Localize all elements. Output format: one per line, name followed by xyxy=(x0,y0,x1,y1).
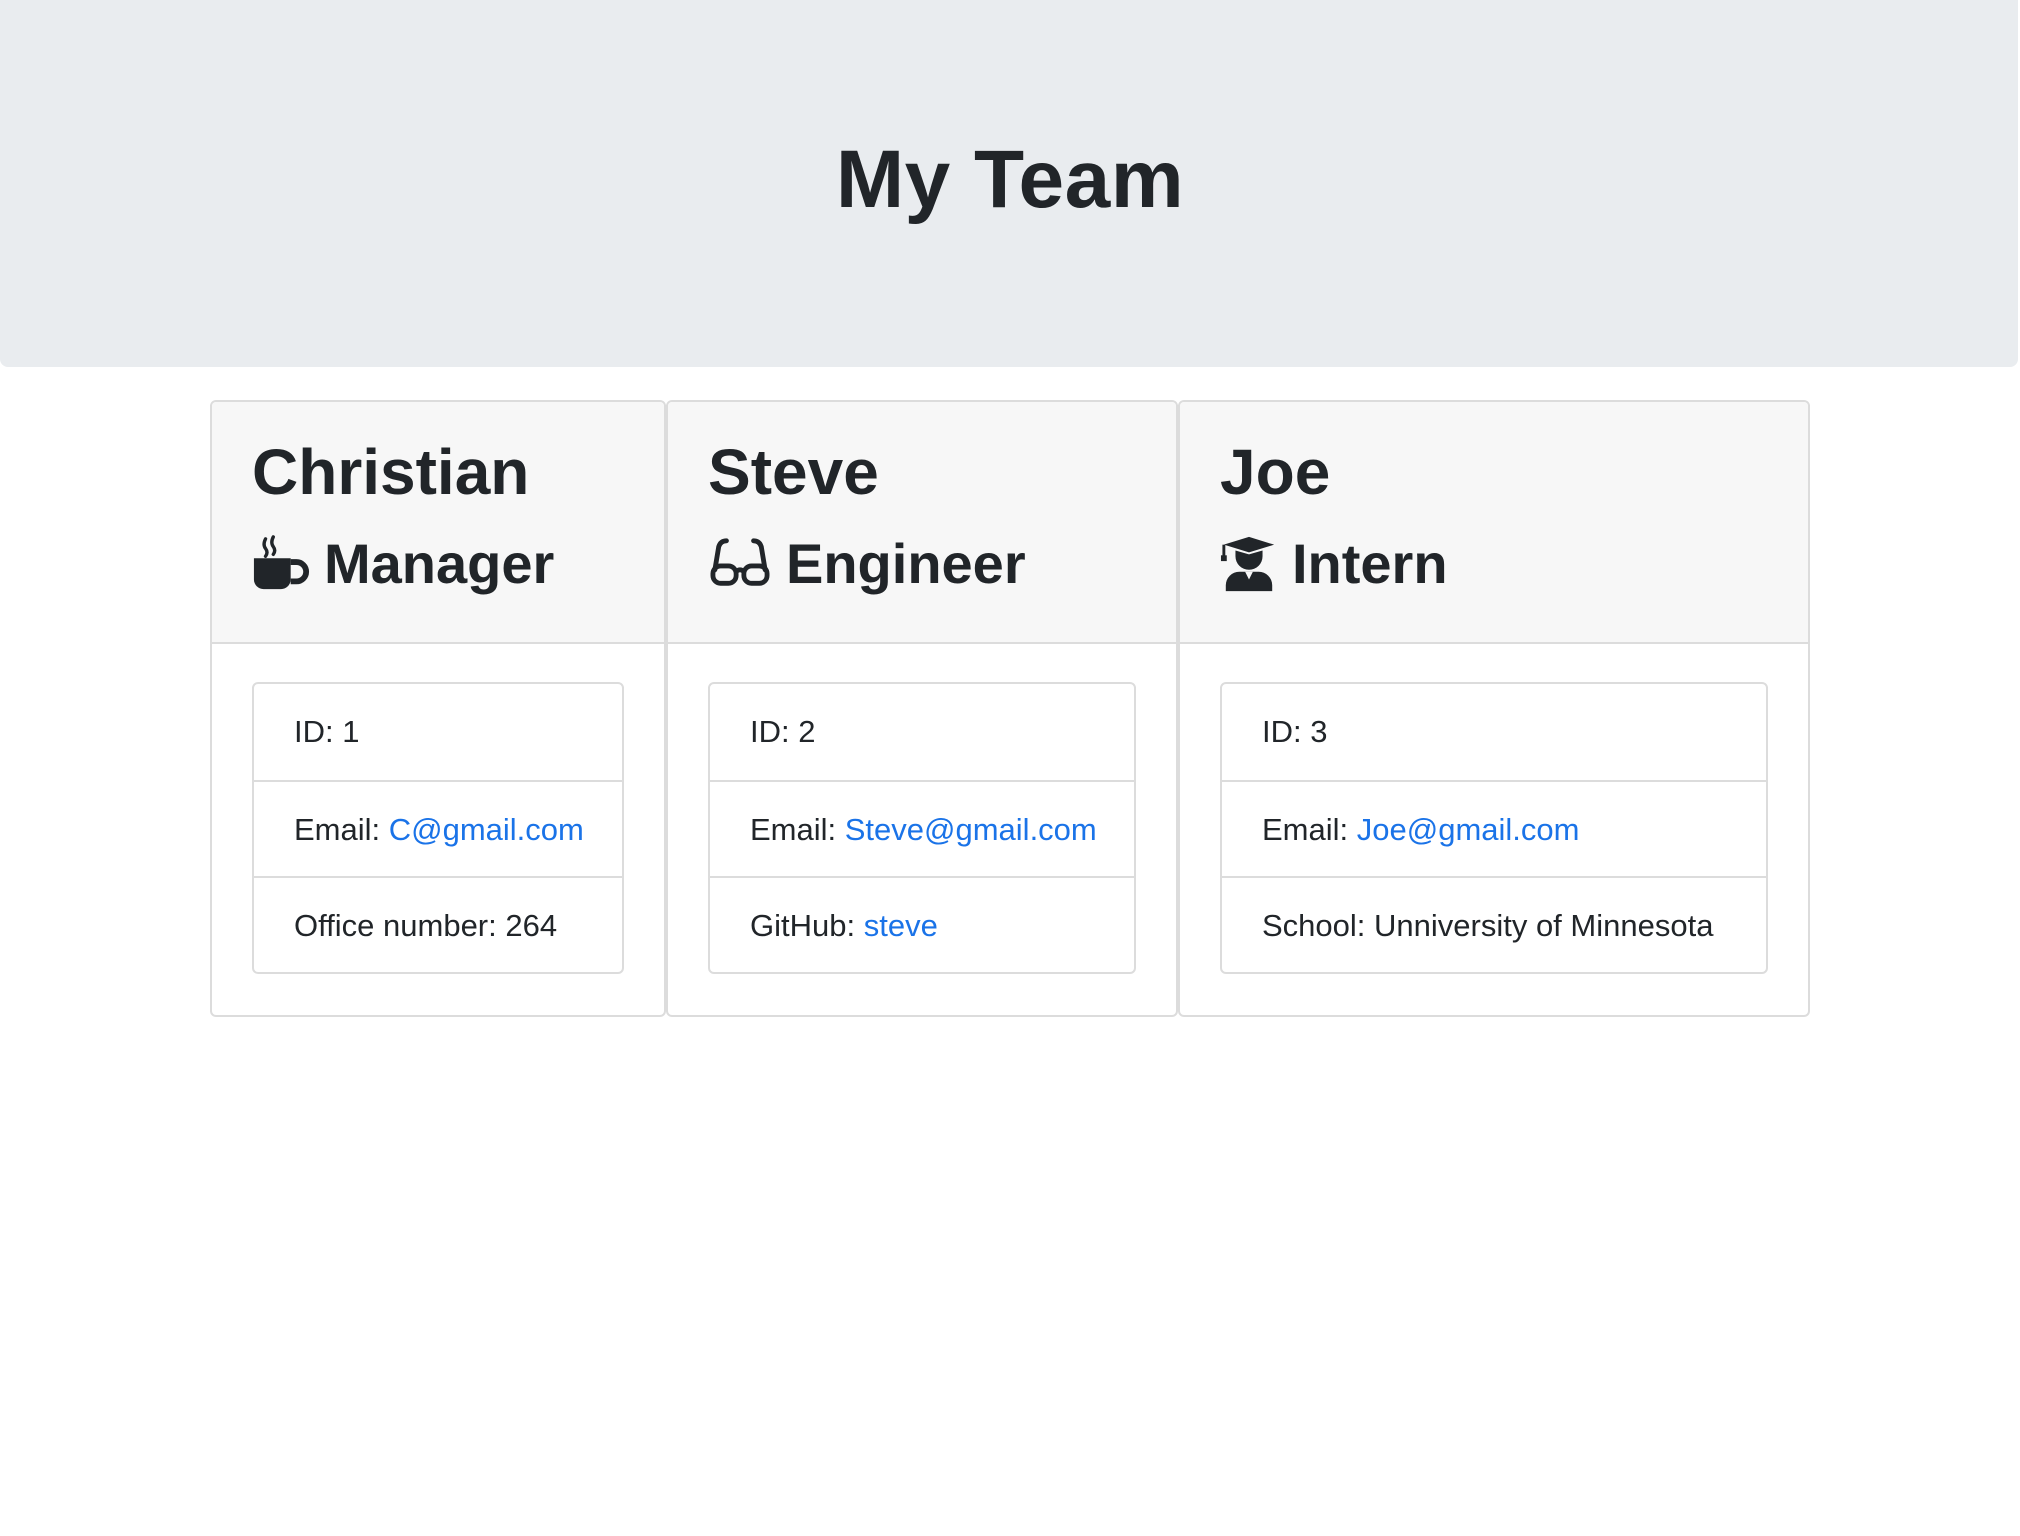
card-header: Christian Manager xyxy=(212,402,664,644)
employee-name: Christian xyxy=(252,436,530,508)
employee-id: ID: 3 xyxy=(1262,714,1328,749)
employee-email-row: Email: Steve@gmail.com xyxy=(710,780,1134,876)
user-graduate-icon xyxy=(1220,535,1278,593)
employee-role-label: Manager xyxy=(324,532,555,595)
card-header: Steve Engineer xyxy=(668,402,1176,644)
email-label: Email: xyxy=(1262,812,1357,847)
employee-role: Engineer xyxy=(708,524,1026,604)
github-link[interactable]: steve xyxy=(864,908,938,943)
github-label: GitHub: xyxy=(750,908,864,943)
page-header: My Team xyxy=(0,0,2018,367)
glasses-icon xyxy=(708,535,772,593)
employee-details-list: ID: 1 Email: C@gmail.com Office number: … xyxy=(252,682,624,974)
employee-role: Intern xyxy=(1220,524,1448,604)
employee-role-label: Engineer xyxy=(786,532,1026,595)
email-link[interactable]: Joe@gmail.com xyxy=(1357,812,1580,847)
employee-card-manager: Christian Manager ID: 1 Email: C@gmail.c… xyxy=(210,400,666,1017)
employee-email-row: Email: C@gmail.com xyxy=(254,780,622,876)
employee-name: Joe xyxy=(1220,436,1331,508)
office-number: Office number: 264 xyxy=(254,876,622,972)
github-row: GitHub: steve xyxy=(710,876,1134,972)
employee-role: Manager xyxy=(252,524,554,604)
employee-card-intern: Joe Intern ID: 3 Email: Joe@gmail.com Sc… xyxy=(1178,400,1810,1017)
card-header: Joe Intern xyxy=(1180,402,1808,644)
employee-id: ID: 2 xyxy=(750,714,816,749)
email-label: Email: xyxy=(750,812,845,847)
employee-id: ID: 1 xyxy=(294,714,360,749)
email-link[interactable]: Steve@gmail.com xyxy=(845,812,1097,847)
employee-card-engineer: Steve Engineer ID: 2 Email: Steve@gmail.… xyxy=(666,400,1178,1017)
email-link[interactable]: C@gmail.com xyxy=(389,812,584,847)
employee-name: Steve xyxy=(708,436,879,508)
employee-details-list: ID: 2 Email: Steve@gmail.com GitHub: ste… xyxy=(708,682,1136,974)
email-label: Email: xyxy=(294,812,389,847)
employee-email-row: Email: Joe@gmail.com xyxy=(1222,780,1766,876)
school: School: Unniversity of Minnesota xyxy=(1222,876,1766,972)
page-title: My Team xyxy=(835,134,1185,225)
coffee-mug-icon xyxy=(252,535,310,593)
employee-role-label: Intern xyxy=(1292,532,1448,595)
employee-details-list: ID: 3 Email: Joe@gmail.com School: Unniv… xyxy=(1220,682,1768,974)
